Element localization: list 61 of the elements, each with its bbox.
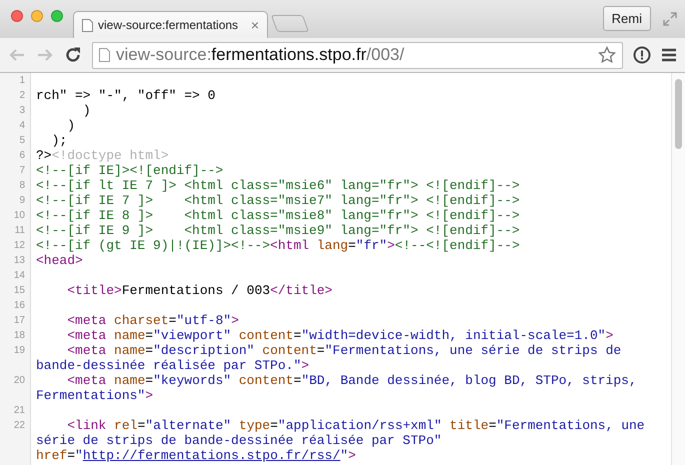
source-line: <!--[if lt IE 7 ]> <html class="msie6" lang="fr"> <![endif]--> <box>35 178 521 193</box>
source-line: rch" => "-", "off" => 0 <box>35 88 216 103</box>
line-number: 4 <box>18 119 26 133</box>
source-link[interactable]: http://fermentations.stpo.fr/rss/ <box>82 448 340 463</box>
source-line: <title>Fermentations / 003</title> <box>66 283 334 298</box>
line-number: 15 <box>12 284 26 298</box>
source-line: <meta name="description" content="Fermentations, une série de strips de bande-dessinée réalisée par STPo."> <box>35 343 622 373</box>
page-icon <box>82 18 93 32</box>
line-number: 22 <box>12 419 26 433</box>
source-line: <!--[if IE 9 ]> <html class="msie9" lang="fr"> <![endif]--> <box>35 223 521 238</box>
line-number: 10 <box>12 209 26 223</box>
line-number: 13 <box>12 254 26 268</box>
line-number: 7 <box>18 164 26 178</box>
line-number: 11 <box>14 224 26 238</box>
star-icon[interactable] <box>598 46 616 64</box>
reload-icon[interactable] <box>64 46 82 64</box>
line-number: 16 <box>12 299 26 313</box>
source-line: <!--[if IE 8 ]> <html class="msie8" lang="fr"> <![endif]--> <box>35 208 521 223</box>
line-number: 20 <box>12 374 26 388</box>
info-icon[interactable] <box>633 46 651 64</box>
source-line: ); <box>50 133 68 148</box>
source-line: <link rel="alternate" type="application/rss+xml" title="Fermentations, une série de strips de bande-dessinée réalisée par STPo" href="http://fermentations.stpo.fr/rss/"> <box>35 418 646 463</box>
source-line: <meta name="viewport" content="width=device-width, initial-scale=1.0"> <box>66 328 614 343</box>
line-number: 12 <box>12 239 26 253</box>
line-number: 3 <box>18 104 26 118</box>
source-line: <!--[if IE]><![endif]--> <box>35 163 224 178</box>
line-number: 8 <box>18 179 26 193</box>
profile-button[interactable]: Remi <box>602 6 651 31</box>
line-number: 17 <box>12 314 26 328</box>
source-line: <meta name="keywords" content="BD, Bande dessinée, blog BD, STPo, strips, Fermentations"> <box>35 373 638 403</box>
new-tab-button[interactable] <box>270 15 310 32</box>
line-number: 1 <box>18 74 26 88</box>
line-number: 5 <box>18 134 26 148</box>
source-line: <!--[if IE 7 ]> <html class="msie7" lang="fr"> <![endif]--> <box>35 193 521 208</box>
scrollbar[interactable] <box>671 73 685 465</box>
window-control-button[interactable] <box>11 10 23 22</box>
line-number: 19 <box>12 344 26 358</box>
page-icon <box>99 48 110 62</box>
forward-arrow-icon <box>36 47 54 63</box>
source-line: <head> <box>35 253 84 268</box>
fullscreen-icon[interactable] <box>663 12 677 26</box>
back-arrow-icon <box>8 47 26 63</box>
line-number: 9 <box>18 194 26 208</box>
menu-icon[interactable] <box>661 48 677 62</box>
line-number: 14 <box>12 269 26 283</box>
source-line: <!--[if (gt IE 9)|!(IE)]><!--><html lang="fr"><!--<![endif]--> <box>35 238 521 253</box>
source-line: <meta charset="utf-8"> <box>66 313 240 328</box>
source-line: ) <box>82 103 92 118</box>
tab-title: view-source:fermentations <box>98 18 240 32</box>
source-line: ?><!doctype html> <box>35 148 170 163</box>
window-control-button[interactable] <box>51 10 63 22</box>
line-number: 6 <box>18 149 26 163</box>
address-bar[interactable]: view-source:fermentations.stpo.fr/003/ <box>92 42 623 68</box>
line-number: 21 <box>12 404 26 418</box>
close-button[interactable]: × <box>250 17 259 33</box>
window-control-button[interactable] <box>31 10 43 22</box>
line-number: 2 <box>18 89 26 103</box>
source-line: ) <box>66 118 76 133</box>
scrollbar-thumb[interactable] <box>675 79 682 149</box>
line-number: 18 <box>12 329 26 343</box>
browser-tab[interactable]: view-source:fermentations × <box>73 11 268 38</box>
